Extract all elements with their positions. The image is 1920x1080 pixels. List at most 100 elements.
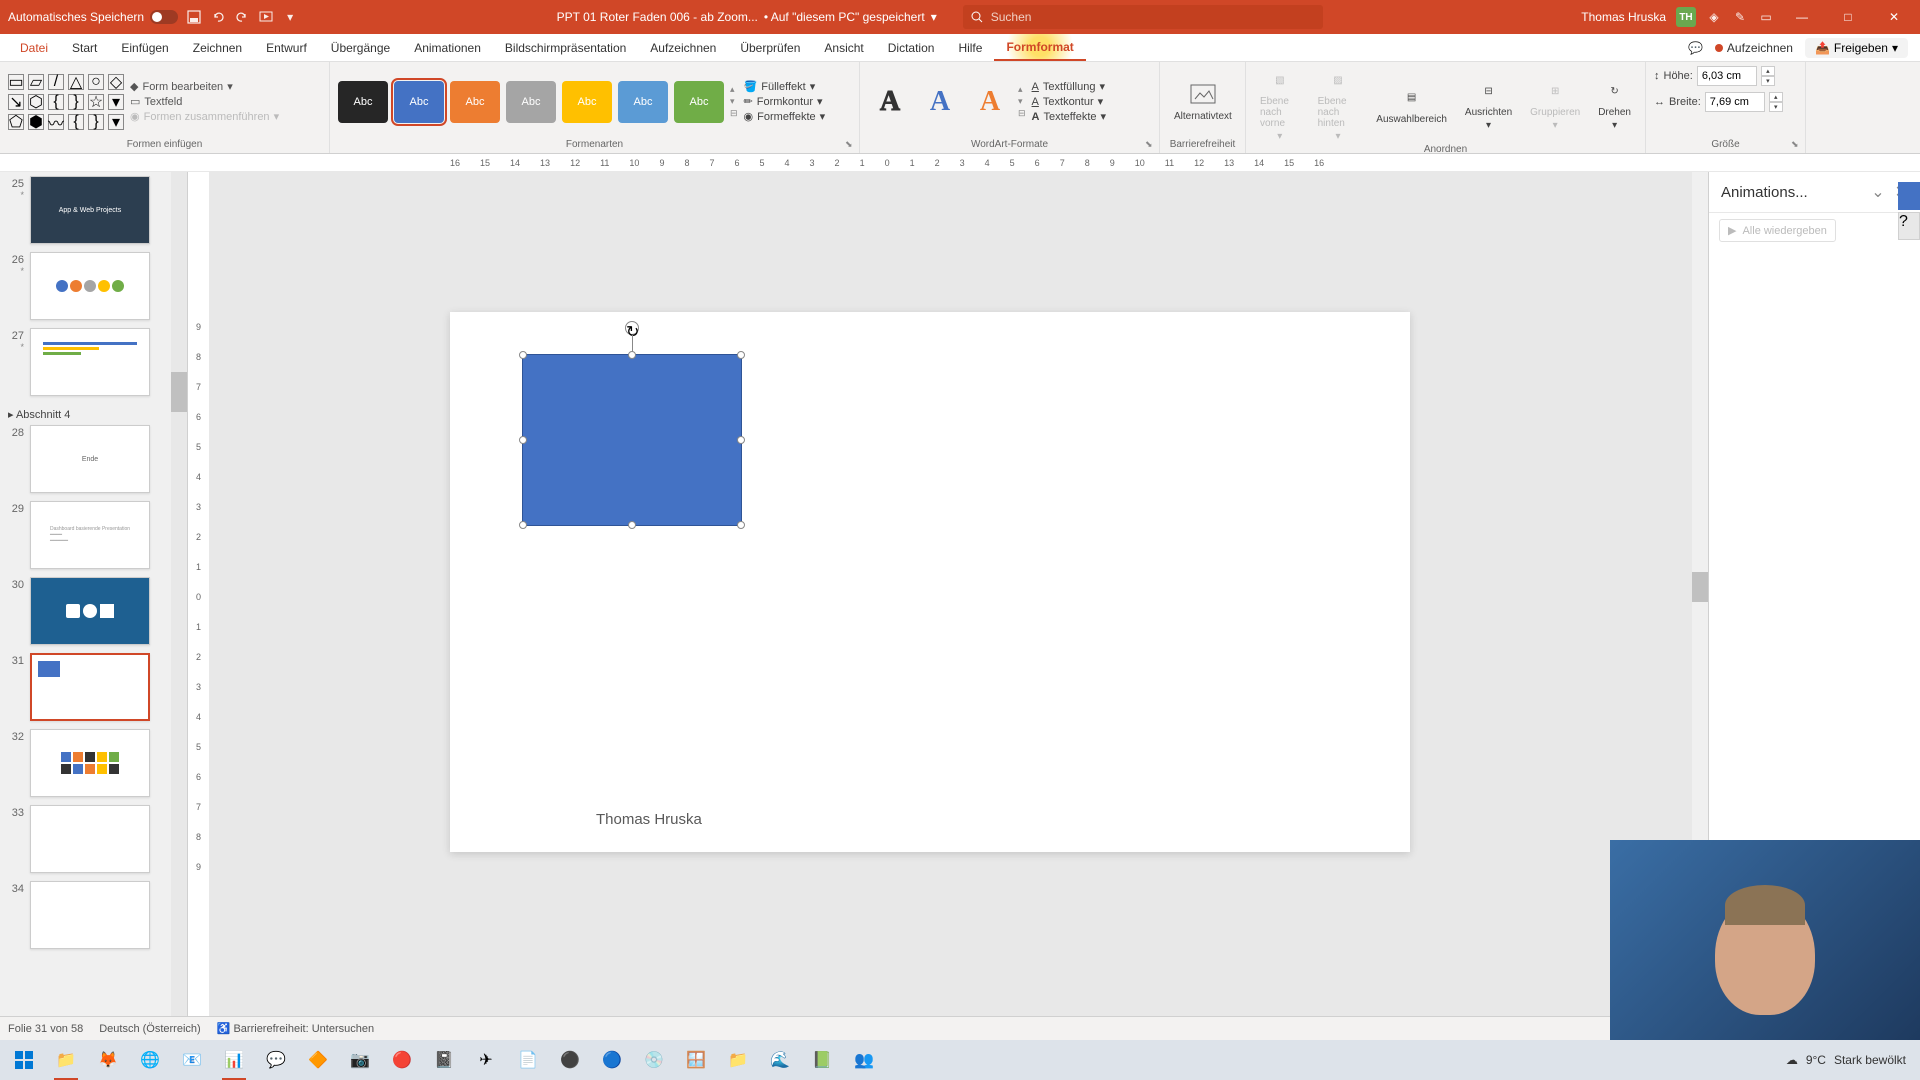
width-down[interactable]: ▾	[1769, 102, 1783, 112]
save-icon[interactable]	[186, 9, 202, 25]
more-icon[interactable]: ▾	[282, 9, 298, 25]
wordart-2[interactable]: A	[918, 83, 962, 121]
text-fill-button[interactable]: A Textfüllung ▾	[1032, 80, 1106, 93]
height-input[interactable]	[1697, 66, 1757, 86]
tab-zeichnen[interactable]: Zeichnen	[181, 34, 254, 61]
weather-icon[interactable]: ☁	[1786, 1053, 1798, 1067]
slide-thumbnail-33[interactable]	[30, 805, 150, 873]
app-icon-15[interactable]: 🔵	[592, 1040, 632, 1080]
firefox-icon[interactable]: 🦊	[88, 1040, 128, 1080]
slide-thumbnail-27[interactable]	[30, 328, 150, 396]
start-button[interactable]	[4, 1040, 44, 1080]
shape-outline-button[interactable]: ✏ Formkontur ▾	[744, 95, 826, 108]
style-blue[interactable]: Abc	[394, 81, 444, 123]
powerpoint-icon[interactable]: 📊	[214, 1040, 254, 1080]
autosave-toggle[interactable]: Automatisches Speichern	[8, 10, 178, 24]
close-button[interactable]: ✕	[1876, 0, 1912, 34]
side-tab-help[interactable]: ?	[1898, 212, 1920, 240]
language-status[interactable]: Deutsch (Österreich)	[99, 1023, 200, 1035]
wordart-dialog-launcher-icon[interactable]: ⬊	[1145, 139, 1157, 151]
explorer-icon[interactable]: 📁	[46, 1040, 86, 1080]
slide-thumbnail-30[interactable]	[30, 577, 150, 645]
tab-hilfe[interactable]: Hilfe	[946, 34, 994, 61]
tab-datei[interactable]: Datei	[8, 34, 60, 61]
teams-icon[interactable]: 👥	[844, 1040, 884, 1080]
slide-thumbnail-26[interactable]	[30, 252, 150, 320]
title-dropdown-icon[interactable]: ▾	[931, 10, 937, 24]
slide-thumbnail-29[interactable]: Dashboard basierende Presentation━━━━━━━…	[30, 501, 150, 569]
tab-aufzeichnen[interactable]: Aufzeichnen	[638, 34, 728, 61]
shape-fill-button[interactable]: 🪣 Fülleffekt ▾	[744, 80, 826, 93]
style-gray[interactable]: Abc	[506, 81, 556, 123]
shape-effects-button[interactable]: ◉ Formeffekte ▾	[744, 110, 826, 123]
tab-ansicht[interactable]: Ansicht	[812, 34, 875, 61]
redo-icon[interactable]	[234, 9, 250, 25]
tab-animationen[interactable]: Animationen	[402, 34, 493, 61]
style-gallery-more[interactable]: ▴▾⊟	[730, 84, 738, 119]
minimize-button[interactable]: —	[1784, 0, 1820, 34]
tab-start[interactable]: Start	[60, 34, 109, 61]
search-input[interactable]	[991, 10, 1315, 24]
height-up[interactable]: ▴	[1761, 66, 1775, 76]
tab-ueberpruefen[interactable]: Überprüfen	[728, 34, 812, 61]
chrome-icon[interactable]: 🌐	[130, 1040, 170, 1080]
pen-icon[interactable]: ✎	[1732, 9, 1748, 25]
tab-formformat[interactable]: Formformat	[994, 34, 1085, 61]
maximize-button[interactable]: □	[1830, 0, 1866, 34]
slideshow-icon[interactable]	[258, 9, 274, 25]
slide-thumbnail-32[interactable]	[30, 729, 150, 797]
app-icon-17[interactable]: 🪟	[676, 1040, 716, 1080]
style-yellow[interactable]: Abc	[562, 81, 612, 123]
style-green[interactable]: Abc	[674, 81, 724, 123]
shapes-gallery[interactable]: ▭▱/△○◇ ↘⬡{}☆▾ ⬠⬢〰{}▾	[8, 74, 124, 130]
wordart-more[interactable]: ▴▾⊟	[1018, 84, 1026, 119]
section-header[interactable]: ▸ Abschnitt 4	[6, 404, 181, 425]
diamond-icon[interactable]: ◈	[1706, 9, 1722, 25]
share-button[interactable]: 📤Freigeben▾	[1805, 38, 1908, 58]
slide-thumbnail-25[interactable]: App & Web Projects	[30, 176, 150, 244]
style-black[interactable]: Abc	[338, 81, 388, 123]
app-icon-13[interactable]: 📄	[508, 1040, 548, 1080]
styles-launcher-icon[interactable]: ⬊	[845, 139, 857, 151]
obs-icon[interactable]: ⚫	[550, 1040, 590, 1080]
pane-collapse-icon[interactable]: ⌄	[1871, 182, 1884, 202]
align-button[interactable]: ⊟Ausrichten▾	[1459, 77, 1518, 131]
tab-einfuegen[interactable]: Einfügen	[109, 34, 180, 61]
app-icon-9[interactable]: 📷	[340, 1040, 380, 1080]
undo-icon[interactable]	[210, 9, 226, 25]
width-up[interactable]: ▴	[1769, 92, 1783, 102]
search-box[interactable]	[963, 5, 1323, 29]
app-icon-7[interactable]: 💬	[256, 1040, 296, 1080]
slide-counter[interactable]: Folie 31 von 58	[8, 1023, 83, 1035]
style-lightblue[interactable]: Abc	[618, 81, 668, 123]
tab-bildschirm[interactable]: Bildschirmpräsentation	[493, 34, 638, 61]
style-orange[interactable]: Abc	[450, 81, 500, 123]
text-outline-button[interactable]: A Textkontur ▾	[1032, 95, 1106, 108]
alt-text-button[interactable]: Alternativtext	[1168, 81, 1238, 122]
slide-canvas-area[interactable]: ↻ Thomas Hruska	[210, 172, 1708, 1016]
selection-pane-button[interactable]: ▤Auswahlbereich	[1370, 84, 1453, 125]
size-dialog-launcher-icon[interactable]: ⬊	[1791, 139, 1803, 151]
side-tab-active[interactable]	[1898, 182, 1920, 210]
telegram-icon[interactable]: ✈	[466, 1040, 506, 1080]
comments-icon[interactable]: 💬	[1688, 41, 1703, 55]
tab-entwurf[interactable]: Entwurf	[254, 34, 319, 61]
wordart-3[interactable]: A	[968, 83, 1012, 121]
slide-thumbnail-31[interactable]	[30, 653, 150, 721]
wordart-1[interactable]: A	[868, 83, 912, 121]
textfield-button[interactable]: ▭ Textfeld	[130, 95, 279, 108]
thumbs-scrollbar[interactable]	[171, 172, 187, 1016]
rotate-button[interactable]: ↻Drehen▾	[1592, 77, 1637, 131]
height-down[interactable]: ▾	[1761, 76, 1775, 86]
rectangle-shape[interactable]: ↻	[522, 354, 742, 526]
window-icon[interactable]: ▭	[1758, 9, 1774, 25]
slide-thumbnail-28[interactable]: Ende	[30, 425, 150, 493]
record-button[interactable]: Aufzeichnen	[1715, 41, 1793, 55]
slide-thumbnail-34[interactable]	[30, 881, 150, 949]
width-input[interactable]	[1705, 92, 1765, 112]
app-icon-16[interactable]: 💿	[634, 1040, 674, 1080]
text-effects-button[interactable]: A Texteffekte ▾	[1032, 110, 1106, 123]
user-avatar[interactable]: TH	[1676, 7, 1696, 27]
edge-icon[interactable]: 🌊	[760, 1040, 800, 1080]
onenote-icon[interactable]: 📓	[424, 1040, 464, 1080]
